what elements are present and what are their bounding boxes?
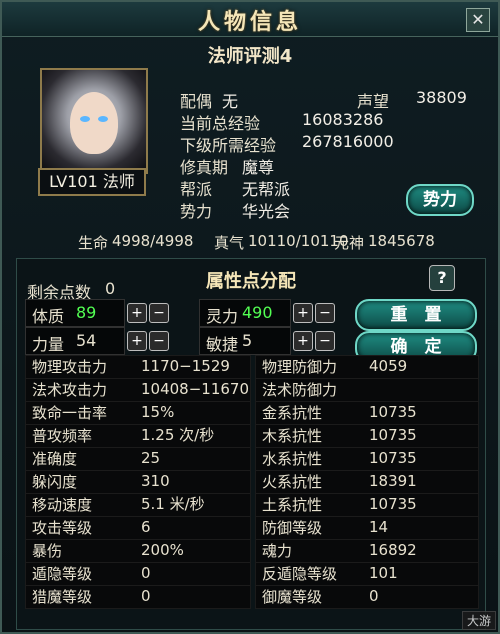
eye-right: [98, 116, 108, 122]
vitals-row: 生命 4998/4998 真气 10110/10110 元神 1845678: [2, 232, 498, 254]
body-field: 体质 89: [25, 299, 125, 327]
stat-value-right: 4059: [369, 357, 408, 375]
body-label: 体质: [32, 307, 65, 326]
agility-plus-button[interactable]: +: [293, 331, 313, 351]
face: [70, 92, 118, 154]
stat-value-right: 101: [369, 564, 398, 582]
total-exp-label: 当前总经验: [180, 114, 261, 133]
strength-value: 54: [76, 331, 97, 350]
stat-value-right: 14: [369, 518, 389, 536]
faction-label: 势力: [180, 202, 213, 221]
stat-value-left: 310: [141, 472, 170, 490]
stat-value-left: 6: [141, 518, 151, 536]
character-name: 法师评测4: [207, 46, 293, 67]
stat-value-left: 0: [141, 587, 151, 605]
stat-value-left: 1.25 次/秒: [141, 426, 215, 444]
mp-label: 真气: [214, 234, 245, 252]
agility-field: 敏捷 5: [199, 327, 291, 355]
character-info-window: 人物信息 ✕ 法师评测4 LV101 法师 配偶 无 声望 38809 当前总经…: [0, 0, 500, 634]
strength-label: 力量: [32, 335, 65, 354]
stat-value-left: 1170−1529: [141, 357, 230, 375]
guild-label: 帮派: [180, 180, 213, 199]
hp-value: 4998/4998: [112, 232, 194, 250]
body-minus-button[interactable]: −: [149, 303, 169, 323]
stat-value-right: [363, 378, 477, 400]
spouse-label: 配偶: [180, 92, 213, 111]
reputation-label: 声望: [357, 92, 390, 111]
agility-value: 5: [242, 331, 253, 350]
strength-field: 力量 54: [25, 327, 125, 355]
faction-button[interactable]: 势力: [406, 184, 474, 216]
spouse-value: 无: [222, 92, 239, 111]
stat-value-right: 0: [369, 587, 379, 605]
window-title: 人物信息: [197, 10, 302, 35]
level-class-label: LV101 法师: [38, 168, 146, 196]
agility-label: 敏捷: [206, 335, 239, 354]
hp-label: 生命: [78, 234, 109, 252]
stats-table: 物理攻击力 1170−1529 物理防御力 4059 法术攻击力 10408−11670 法…: [25, 355, 479, 625]
stat-value-right: 16892: [369, 541, 417, 559]
spirit-value: 1845678: [368, 232, 435, 250]
stat-value-left: 0: [141, 564, 151, 582]
next-exp-value: 267816000: [302, 132, 394, 151]
eye-left: [80, 116, 90, 122]
character-portrait: [40, 68, 148, 174]
close-icon[interactable]: ✕: [466, 8, 490, 32]
strength-plus-button[interactable]: +: [127, 331, 147, 351]
spirit-value: 490: [242, 303, 273, 322]
faction-value: 华光会: [242, 202, 291, 221]
spirit-label: 元神: [334, 234, 365, 252]
cultivation-value: 魔尊: [242, 158, 275, 177]
body-plus-button[interactable]: +: [127, 303, 147, 323]
remaining-value: 0: [105, 279, 116, 298]
watermark: 大游: [461, 611, 496, 630]
stat-value-left: 200%: [141, 541, 184, 559]
stat-value-left: 25: [141, 449, 161, 467]
stat-value-left: 15%: [141, 403, 175, 421]
body-value: 89: [76, 303, 97, 322]
help-icon[interactable]: ?: [429, 265, 455, 291]
spirit-minus-button[interactable]: −: [315, 303, 335, 323]
agility-minus-button[interactable]: −: [315, 331, 335, 351]
title-bar: 人物信息 ✕: [2, 2, 498, 37]
cultivation-label: 修真期: [180, 158, 229, 177]
spirit-plus-button[interactable]: +: [293, 303, 313, 323]
stat-value-left: 10408−11670: [141, 380, 250, 398]
spirit-label: 灵力: [206, 307, 239, 326]
spirit-field: 灵力 490: [199, 299, 291, 327]
reputation-value: 38809: [416, 88, 467, 107]
next-exp-label: 下级所需经验: [180, 136, 277, 155]
stat-value-right: 10735: [369, 449, 417, 467]
reset-button[interactable]: 重 置: [355, 299, 477, 331]
total-exp-value: 16083286: [302, 110, 384, 129]
strength-minus-button[interactable]: −: [149, 331, 169, 351]
stat-value-right: 10735: [369, 495, 417, 513]
stat-value-right: 10735: [369, 403, 417, 421]
attribute-section: 属性点分配 ? 剩余点数 0 体质 89 + − 力量 54 + − 灵力 49…: [16, 258, 486, 630]
stat-value-right: 18391: [369, 472, 417, 490]
stat-value-right: 10735: [369, 426, 417, 444]
stat-value-left: 5.1 米/秒: [141, 495, 205, 513]
guild-value: 无帮派: [242, 180, 291, 199]
